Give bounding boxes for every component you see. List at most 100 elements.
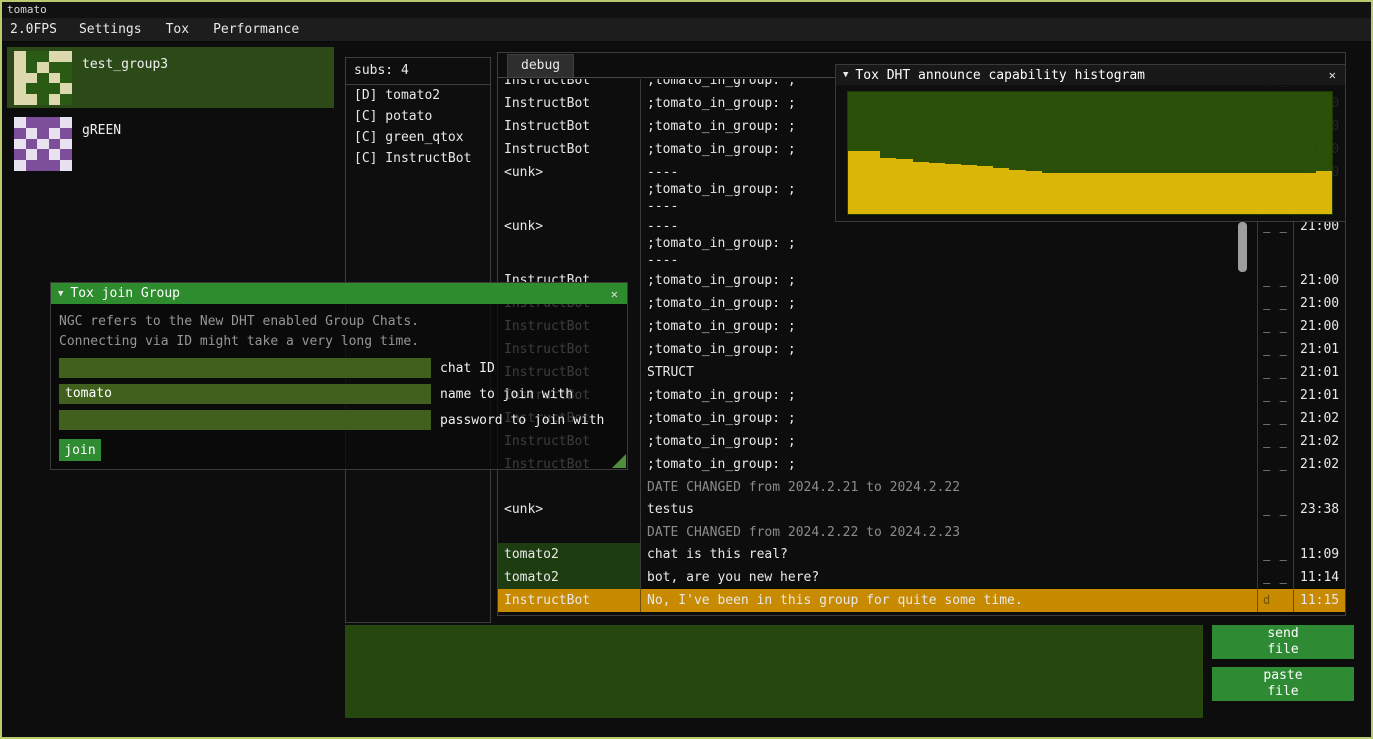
message-text: STRUCT — [640, 361, 1257, 384]
message-time: 21:02 — [1293, 453, 1345, 476]
message-receipt: _ _ — [1257, 498, 1293, 521]
tab-debug[interactable]: debug — [507, 54, 574, 77]
message-text: ;tomato_in_group: ; — [640, 315, 1257, 338]
dht-histogram-window: ▼ Tox DHT announce capability histogram … — [835, 64, 1346, 222]
message-receipt: _ _ — [1257, 361, 1293, 384]
message-sender: tomato2 — [498, 566, 640, 589]
histogram-bar — [945, 164, 961, 214]
message-text: ;tomato_in_group: ; — [640, 384, 1257, 407]
menu-performance[interactable]: Performance — [201, 18, 311, 41]
join-field-label: password to join with — [440, 413, 604, 428]
menu-bar: 2.0FPS SettingsToxPerformance — [2, 18, 1371, 42]
subs-item[interactable]: [C] potato — [346, 106, 490, 127]
histogram-bar — [1316, 171, 1332, 214]
subs-item[interactable]: [C] green_qtox — [346, 127, 490, 148]
message-time — [1293, 521, 1345, 543]
histogram-bar — [1009, 170, 1025, 214]
group-name: test_group3 — [72, 47, 168, 108]
subs-item[interactable]: [C] InstructBot — [346, 148, 490, 169]
menu-settings[interactable]: Settings — [67, 18, 154, 41]
dht-histogram-plot — [847, 91, 1333, 215]
app-window: tomato 2.0FPS SettingsToxPerformance tes… — [0, 0, 1373, 739]
close-icon[interactable]: ✕ — [609, 287, 620, 301]
message-sender: <unk> — [498, 215, 640, 269]
join-name-input[interactable]: tomato — [59, 384, 431, 404]
histogram-bar — [913, 162, 929, 214]
sidebar-group-test_group3[interactable]: test_group3 — [7, 47, 334, 108]
message-sender — [498, 521, 640, 543]
message-receipt: _ _ — [1257, 384, 1293, 407]
histogram-bar — [1155, 173, 1171, 214]
histogram-bar — [1300, 173, 1316, 214]
histogram-bar — [961, 165, 977, 214]
chat-scrollbar-thumb[interactable] — [1238, 222, 1247, 272]
join-button[interactable]: join — [59, 439, 101, 461]
join-group-titlebar[interactable]: ▼ Tox join Group ✕ — [51, 283, 627, 304]
message-sender: InstructBot — [498, 92, 640, 115]
message-sender — [498, 476, 640, 498]
join-field-row: tomato name to join with — [59, 384, 619, 404]
histogram-bar — [1171, 173, 1187, 214]
message-text: ;tomato_in_group: ; — [640, 292, 1257, 315]
message-sender: <unk> — [498, 161, 640, 215]
subs-item[interactable]: [D] tomato2 — [346, 85, 490, 106]
message-row: InstructBotNo, I've been in this group f… — [498, 589, 1345, 612]
sidebar-group-gREEN[interactable]: gREEN — [7, 113, 334, 174]
send-file-button[interactable]: send file — [1212, 625, 1354, 659]
group-avatar — [14, 51, 72, 105]
message-text: DATE CHANGED from 2024.2.22 to 2024.2.23 — [640, 521, 1257, 543]
message-row: DATE CHANGED from 2024.2.21 to 2024.2.22 — [498, 476, 1345, 498]
fps-indicator: 2.0FPS — [2, 18, 67, 41]
subs-list: [D] tomato2[C] potato[C] green_qtox[C] I… — [346, 85, 490, 169]
message-time: 21:01 — [1293, 338, 1345, 361]
message-text: bot, are you new here? — [640, 566, 1257, 589]
collapse-arrow-icon[interactable]: ▼ — [843, 70, 848, 80]
message-text: testus — [640, 498, 1257, 521]
join-field-row: chat ID — [59, 358, 619, 378]
message-receipt: _ _ — [1257, 566, 1293, 589]
message-text: DATE CHANGED from 2024.2.21 to 2024.2.22 — [640, 476, 1257, 498]
join-description-line-1: NGC refers to the New DHT enabled Group … — [59, 312, 619, 332]
histogram-bar — [1268, 173, 1284, 214]
message-time: 21:02 — [1293, 407, 1345, 430]
histogram-bar — [1252, 173, 1268, 214]
message-text: ;tomato_in_group: ; — [640, 407, 1257, 430]
paste-file-button[interactable]: paste file — [1212, 667, 1354, 701]
message-row: <unk>---- ;tomato_in_group: ; ----_ _21:… — [498, 215, 1345, 269]
message-sender: InstructBot — [498, 138, 640, 161]
histogram-bar — [929, 163, 945, 214]
message-sender: InstructBot — [498, 589, 640, 612]
os-titlebar[interactable]: tomato — [2, 2, 1371, 18]
group-avatar — [14, 117, 72, 171]
message-row: <unk>testus_ _23:38 — [498, 498, 1345, 521]
message-time: 11:14 — [1293, 566, 1345, 589]
message-text: chat is this real? — [640, 543, 1257, 566]
message-receipt: _ _ — [1257, 338, 1293, 361]
message-text: ;tomato_in_group: ; — [640, 430, 1257, 453]
close-icon[interactable]: ✕ — [1327, 68, 1338, 82]
histogram-bar — [1026, 171, 1042, 214]
histogram-bar — [1074, 173, 1090, 214]
join-field-label: name to join with — [440, 387, 573, 402]
histogram-bar — [1219, 173, 1235, 214]
message-receipt: _ _ — [1257, 315, 1293, 338]
message-receipt: d — [1257, 589, 1293, 612]
resize-grip-icon[interactable] — [612, 454, 626, 468]
histogram-bar — [1187, 173, 1203, 214]
message-receipt — [1257, 476, 1293, 498]
collapse-arrow-icon[interactable]: ▼ — [58, 289, 63, 299]
chat-id-input[interactable] — [59, 358, 431, 378]
dht-histogram-titlebar[interactable]: ▼ Tox DHT announce capability histogram … — [836, 65, 1345, 85]
histogram-bar — [993, 168, 1009, 214]
message-sender: tomato2 — [498, 543, 640, 566]
message-input[interactable] — [345, 625, 1203, 718]
message-time — [1293, 476, 1345, 498]
menu-tox[interactable]: Tox — [154, 18, 201, 41]
join-description-line-2: Connecting via ID might take a very long… — [59, 332, 619, 352]
window-title: tomato — [7, 3, 47, 16]
join-password-input[interactable] — [59, 410, 431, 430]
join-field-label: chat ID — [440, 361, 495, 376]
message-time: 21:00 — [1293, 215, 1345, 269]
join-group-window: ▼ Tox join Group ✕ NGC refers to the New… — [50, 282, 628, 470]
message-row: tomato2bot, are you new here?_ _11:14 — [498, 566, 1345, 589]
